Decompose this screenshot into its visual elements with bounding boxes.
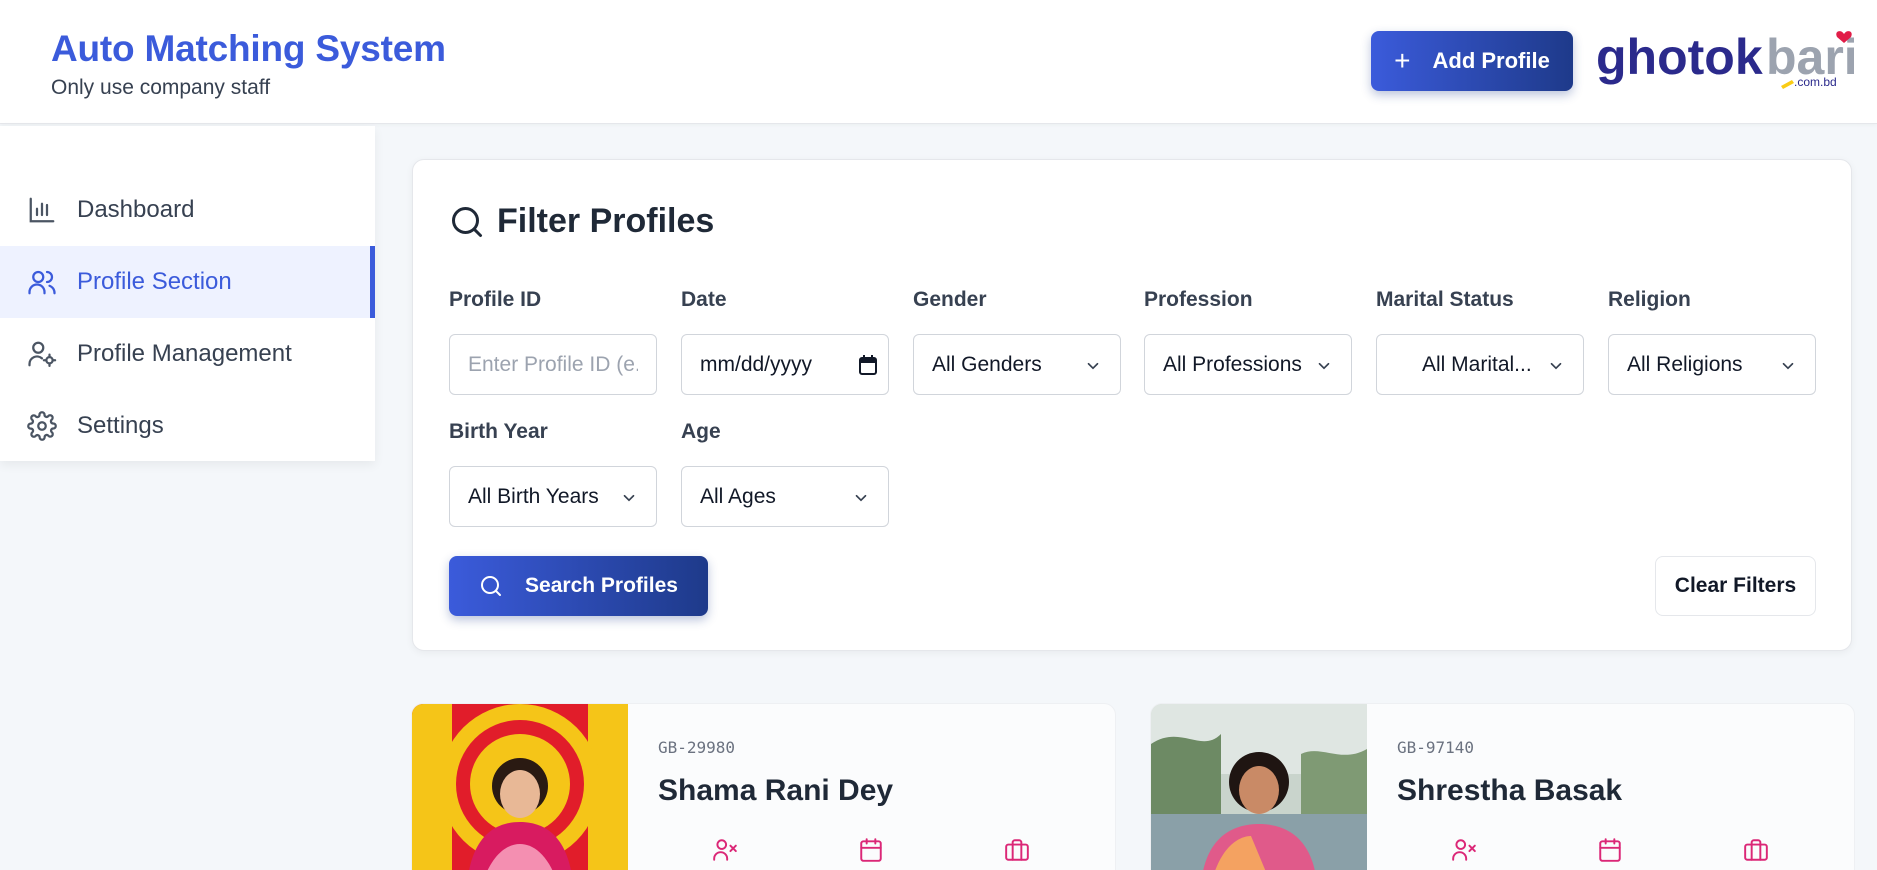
profile-id-control <box>449 334 657 395</box>
date-field: Date mm/dd/yyyy <box>681 288 889 395</box>
profile-id-label: Profile ID <box>449 288 542 311</box>
religion-select[interactable]: All Religions <box>1608 334 1816 395</box>
calendar-icon <box>1599 838 1621 862</box>
search-icon <box>481 576 502 596</box>
age-value: All Ages <box>700 484 776 508</box>
gear-icon <box>27 411 57 441</box>
religion-label: Religion <box>1608 288 1691 311</box>
sidebar-item-label: Dashboard <box>77 196 195 223</box>
profile-name: Shrestha Basak <box>1397 774 1623 807</box>
user-cog-icon <box>28 341 57 367</box>
calendar-icon[interactable] <box>858 354 878 376</box>
profession-value: All Professions <box>1163 352 1302 376</box>
bar-chart-icon <box>29 197 55 223</box>
birth-year-label: Birth Year <box>449 420 548 443</box>
briefcase-icon <box>1005 839 1029 861</box>
profile-id-input[interactable] <box>468 352 638 377</box>
age-select[interactable]: All Ages <box>681 466 889 527</box>
add-profile-label: Add Profile <box>1432 48 1550 73</box>
sidebar-item-profile-management[interactable]: Profile Management <box>0 318 375 390</box>
date-input[interactable]: mm/dd/yyyy <box>681 334 889 395</box>
profile-card[interactable]: GB-97140 Shrestha Basak <box>1150 703 1855 870</box>
app-title: Auto Matching System <box>51 28 446 69</box>
profile-id: GB-97140 <box>1397 738 1475 757</box>
sidebar-item-label: Profile Section <box>77 268 232 295</box>
gender-field: Gender All Genders <box>913 288 1121 395</box>
search-profiles-button[interactable]: Search Profiles <box>449 556 708 616</box>
profession-select[interactable]: All Professions <box>1144 334 1352 395</box>
sidebar-item-dashboard[interactable]: Dashboard <box>0 174 375 246</box>
user-x-icon <box>713 839 737 861</box>
sidebar-item-label: Profile Management <box>77 340 292 367</box>
marital-status-field: Marital Status All Marital... <box>1376 288 1584 395</box>
filter-title: Filter Profiles <box>449 202 714 241</box>
chevron-down-icon <box>1550 362 1562 370</box>
birth-year-select[interactable]: All Birth Years <box>449 466 657 527</box>
svg-text:ghotok: ghotok <box>1596 29 1763 85</box>
marital-status-label: Marital Status <box>1376 288 1514 311</box>
sidebar-item-profile-section[interactable]: Profile Section <box>0 246 375 318</box>
marital-status-value: All Marital... <box>1422 352 1532 376</box>
date-label: Date <box>681 288 727 311</box>
profession-label: Profession <box>1144 288 1253 311</box>
search-icon <box>452 206 482 237</box>
filter-title-text: Filter Profiles <box>497 202 715 240</box>
profile-id-field: Profile ID <box>449 288 657 395</box>
birth-year-value: All Birth Years <box>468 484 599 508</box>
briefcase-icon <box>1744 839 1768 861</box>
date-value: mm/dd/yyyy <box>700 352 813 376</box>
app-header: Auto Matching System Only use company st… <box>0 0 1877 124</box>
religion-field: Religion All Religions <box>1608 288 1816 395</box>
chevron-down-icon <box>1782 362 1794 370</box>
calendar-icon <box>860 838 882 862</box>
users-icon <box>28 270 56 295</box>
search-profiles-label: Search Profiles <box>525 574 678 597</box>
app-subtitle: Only use company staff <box>51 76 271 99</box>
clear-filters-button[interactable]: Clear Filters <box>1655 556 1816 616</box>
filter-panel: Filter Profiles Profile ID Date mm/dd/yy… <box>412 159 1852 651</box>
marital-status-select[interactable]: All Marital... <box>1376 334 1584 395</box>
profile-photo <box>412 704 628 870</box>
profile-id: GB-29980 <box>658 738 736 757</box>
age-label: Age <box>681 420 721 443</box>
chevron-down-icon <box>1318 362 1330 370</box>
birth-year-field: Birth Year All Birth Years <box>449 420 657 527</box>
chevron-down-icon <box>855 494 867 502</box>
gender-label: Gender <box>913 288 987 311</box>
profile-name: Shama Rani Dey <box>658 774 894 807</box>
profile-card[interactable]: GB-29980 Shama Rani Dey <box>411 703 1116 870</box>
sidebar-item-label: Settings <box>77 412 164 439</box>
add-profile-button[interactable]: + Add Profile <box>1371 31 1573 91</box>
gender-select[interactable]: All Genders <box>913 334 1121 395</box>
user-x-icon <box>1452 839 1476 861</box>
profession-field: Profession All Professions <box>1144 288 1352 395</box>
age-field: Age All Ages <box>681 420 889 527</box>
sidebar: Dashboard Profile Section Profile Manage… <box>0 126 375 461</box>
ghotokbari-logo: ghotok bari .com.bd <box>1596 29 1854 89</box>
profile-photo <box>1151 704 1367 870</box>
plus-icon: + <box>1394 45 1411 76</box>
chevron-down-icon <box>623 494 635 502</box>
religion-value: All Religions <box>1627 352 1743 376</box>
sidebar-item-settings[interactable]: Settings <box>0 390 375 462</box>
chevron-down-icon <box>1087 362 1099 370</box>
gender-value: All Genders <box>932 352 1042 376</box>
svg-text:.com.bd: .com.bd <box>1794 75 1837 89</box>
